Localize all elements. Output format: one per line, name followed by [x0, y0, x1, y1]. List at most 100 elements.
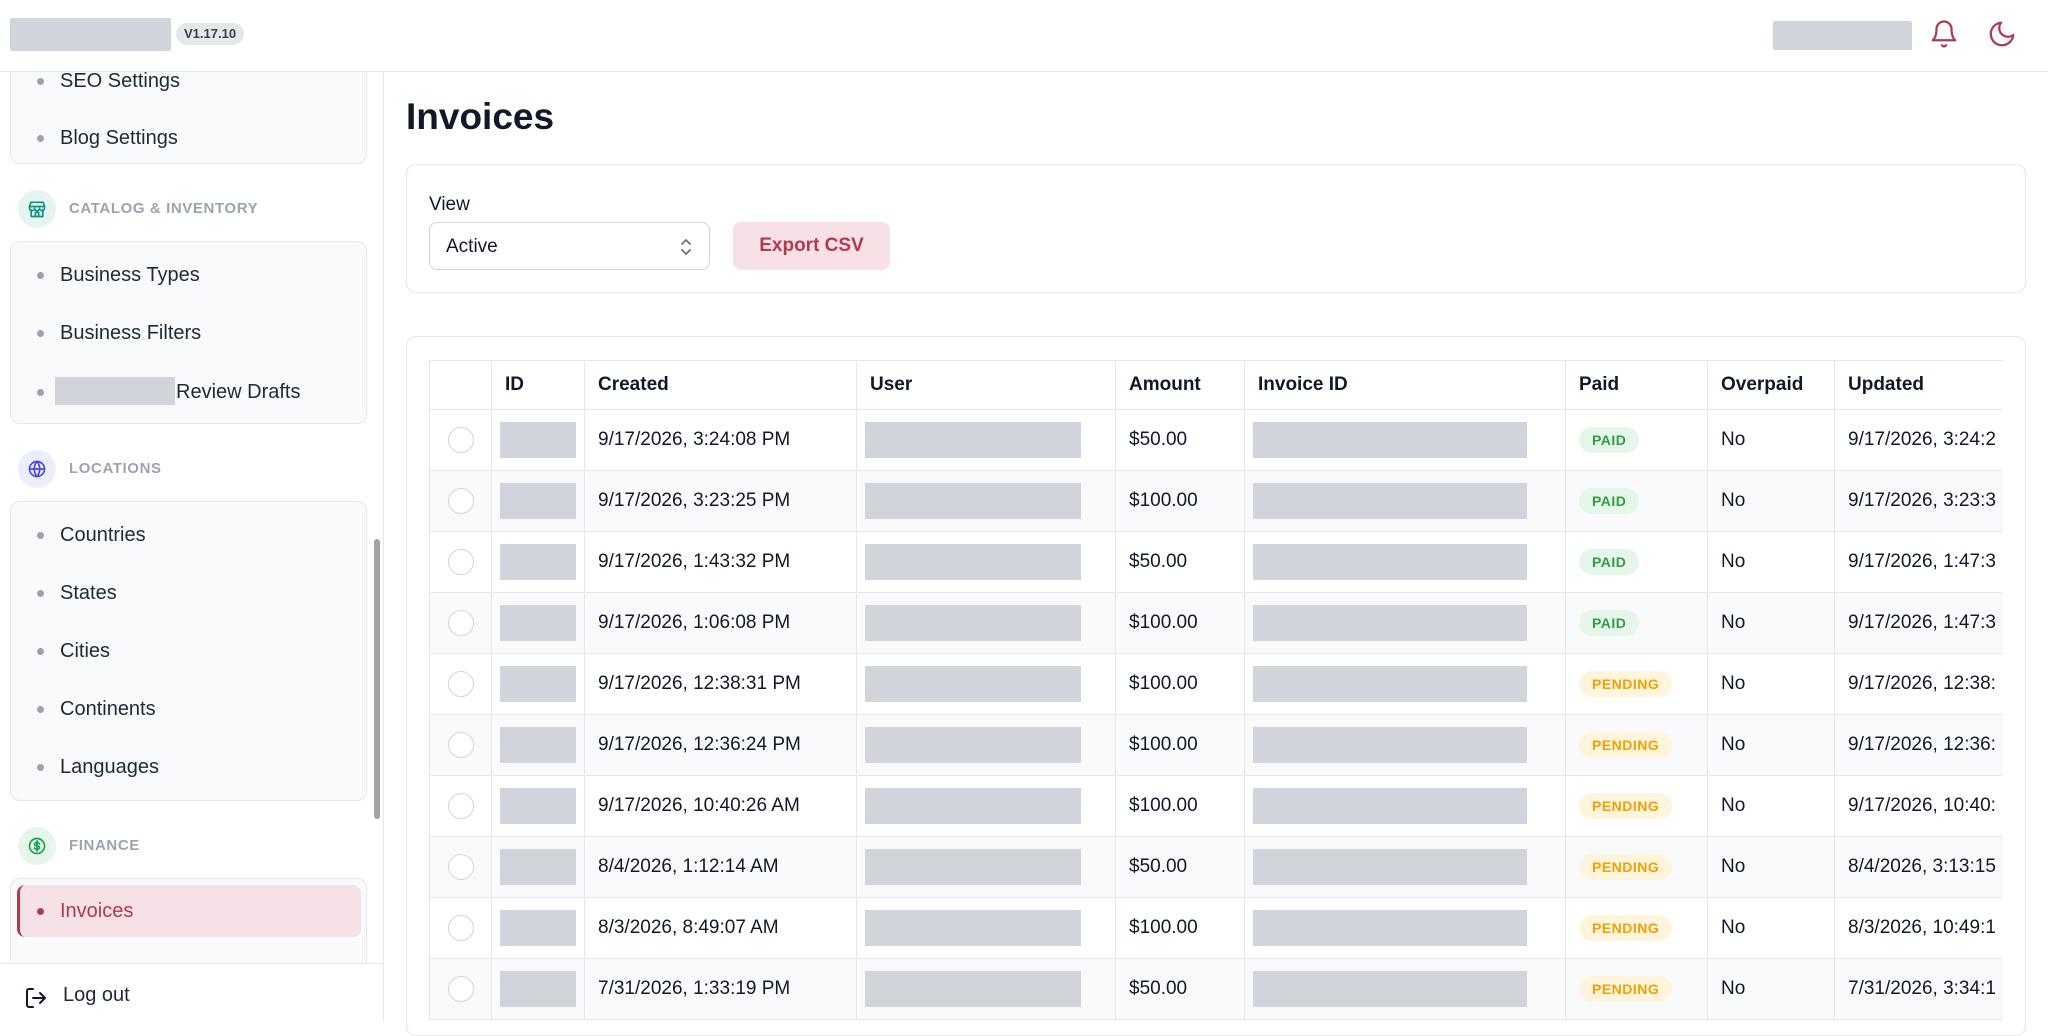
row-checkbox[interactable]: [447, 549, 474, 575]
id-cell: [491, 409, 585, 471]
paid-cell: PAID: [1565, 409, 1708, 471]
created-cell: 8/3/2026, 8:49:07 AM: [584, 897, 857, 959]
redacted-user: [865, 605, 1081, 641]
column-header-invoice-id[interactable]: Invoice ID: [1244, 360, 1566, 410]
column-header-paid[interactable]: Paid: [1565, 360, 1708, 410]
sidebar-item-review-drafts[interactable]: Review Drafts: [11, 366, 366, 418]
paid-cell: PENDING: [1565, 958, 1708, 1020]
bullet: [37, 272, 44, 279]
paid-cell: PENDING: [1565, 714, 1708, 776]
row-checkbox[interactable]: [447, 915, 474, 941]
redacted-user: [865, 971, 1081, 1007]
id-cell: [491, 714, 585, 776]
row-checkbox[interactable]: [447, 793, 474, 819]
filter-card: View Active Export CSV: [406, 164, 2026, 293]
column-header-amount[interactable]: Amount: [1115, 360, 1245, 410]
sidebar-item-blog-settings[interactable]: Blog Settings: [11, 112, 366, 164]
row-checkbox[interactable]: [447, 610, 474, 636]
redacted-invoice-id: [1253, 910, 1527, 946]
sidebar-item-business-filters[interactable]: Business Filters: [11, 307, 366, 359]
sidebar-item-languages[interactable]: Languages: [11, 741, 366, 793]
row-checkbox[interactable]: [447, 732, 474, 758]
updated-cell: 9/17/2026, 3:23:3: [1834, 470, 2003, 532]
updated-cell: 8/4/2026, 3:13:15: [1834, 836, 2003, 898]
chevron-updown-icon: [681, 239, 691, 255]
row-select-cell: [429, 592, 492, 654]
moon-icon[interactable]: [1987, 19, 2017, 49]
redacted-invoice-id: [1253, 727, 1527, 763]
status-badge: PENDING: [1579, 671, 1673, 697]
created-cell: 9/17/2026, 12:38:31 PM: [584, 653, 857, 715]
table-row[interactable]: 9/17/2026, 1:06:08 PM $100.00 PAID No 9/17/2…: [429, 592, 2003, 654]
amount-cell: $100.00: [1115, 714, 1245, 776]
overpaid-cell: No: [1707, 958, 1835, 1020]
row-checkbox[interactable]: [447, 671, 474, 697]
sidebar-item-invoices[interactable]: Invoices: [17, 885, 361, 937]
created-cell: 9/17/2026, 3:24:08 PM: [584, 409, 857, 471]
column-header-user[interactable]: User: [856, 360, 1116, 410]
column-header-created[interactable]: Created: [584, 360, 857, 410]
table-row[interactable]: 7/31/2026, 1:33:19 PM $50.00 PENDING No 7/31…: [429, 958, 2003, 1020]
sidebar-item-seo-settings[interactable]: SEO Settings: [11, 72, 366, 107]
updated-cell: 7/31/2026, 3:34:1: [1834, 958, 2003, 1020]
status-badge: PAID: [1579, 427, 1640, 453]
user-cell: [856, 653, 1116, 715]
user-cell: [856, 958, 1116, 1020]
updated-cell: 8/3/2026, 10:49:1: [1834, 897, 2003, 959]
invoice-id-cell: [1244, 409, 1566, 471]
status-badge: PENDING: [1579, 854, 1673, 880]
column-header-overpaid[interactable]: Overpaid: [1707, 360, 1835, 410]
sidebar-item-states[interactable]: States: [11, 567, 366, 619]
store-icon: [18, 190, 56, 228]
table-row[interactable]: 8/3/2026, 8:49:07 AM $100.00 PENDING No 8/3/…: [429, 897, 2003, 959]
invoice-id-cell: [1244, 531, 1566, 593]
column-header-id[interactable]: ID: [491, 360, 585, 410]
table-row[interactable]: 8/4/2026, 1:12:14 AM $50.00 PENDING No 8/4/2…: [429, 836, 2003, 898]
export-csv-button[interactable]: Export CSV: [733, 222, 890, 270]
table-row[interactable]: 9/17/2026, 12:38:31 PM $100.00 PENDING No 9/…: [429, 653, 2003, 715]
sidebar-item-business-types[interactable]: Business Types: [11, 249, 366, 301]
overpaid-cell: No: [1707, 775, 1835, 837]
page-title: Invoices: [406, 96, 555, 137]
table-scroll-area[interactable]: ID Created User Amount Invoice ID Paid O…: [429, 360, 2003, 1035]
row-checkbox[interactable]: [447, 854, 474, 880]
invoice-id-cell: [1244, 653, 1566, 715]
user-cell: [856, 531, 1116, 593]
updated-cell: 9/17/2026, 12:36:: [1834, 714, 2003, 776]
bullet: [37, 908, 44, 915]
row-select-cell: [429, 653, 492, 715]
catalog-inventory-group: Business Types Business Filters Review D…: [10, 241, 367, 424]
column-header-updated[interactable]: Updated: [1834, 360, 2003, 410]
amount-cell: $50.00: [1115, 836, 1245, 898]
redacted-id: [500, 788, 576, 824]
bullet: [37, 78, 44, 85]
bell-icon[interactable]: [1929, 19, 1959, 49]
user-cell: [856, 592, 1116, 654]
row-checkbox[interactable]: [447, 427, 474, 453]
paid-cell: PAID: [1565, 531, 1708, 593]
sidebar-item-countries[interactable]: Countries: [11, 509, 366, 561]
table-row[interactable]: 9/17/2026, 3:23:25 PM $100.00 PAID No 9/17/2…: [429, 470, 2003, 532]
view-select[interactable]: Active: [429, 222, 710, 270]
app-logo[interactable]: [10, 18, 171, 51]
user-cell: [856, 714, 1116, 776]
table-header-row: ID Created User Amount Invoice ID Paid O…: [429, 360, 2003, 410]
updated-cell: 9/17/2026, 12:38:: [1834, 653, 2003, 715]
row-select-cell: [429, 958, 492, 1020]
row-checkbox[interactable]: [447, 976, 474, 1002]
sidebar-item-cities[interactable]: Cities: [11, 625, 366, 677]
table-row[interactable]: 9/17/2026, 1:43:32 PM $50.00 PAID No 9/17/20…: [429, 531, 2003, 593]
created-cell: 9/17/2026, 1:43:32 PM: [584, 531, 857, 593]
sidebar-scrollbar[interactable]: [374, 539, 380, 819]
table-row[interactable]: 9/17/2026, 12:36:24 PM $100.00 PENDING No 9/…: [429, 714, 2003, 776]
row-checkbox[interactable]: [447, 488, 474, 514]
user-menu[interactable]: [1773, 21, 1912, 50]
updated-cell: 9/17/2026, 3:24:2: [1834, 409, 2003, 471]
created-cell: 9/17/2026, 1:06:08 PM: [584, 592, 857, 654]
invoice-id-cell: [1244, 470, 1566, 532]
sidebar-item-continents[interactable]: Continents: [11, 683, 366, 735]
logout-button[interactable]: Log out: [0, 963, 383, 1021]
table-row[interactable]: 9/17/2026, 3:24:08 PM $50.00 PAID No 9/17/20…: [429, 409, 2003, 471]
redacted-user: [865, 727, 1081, 763]
table-row[interactable]: 9/17/2026, 10:40:26 AM $100.00 PENDING No 9/…: [429, 775, 2003, 837]
